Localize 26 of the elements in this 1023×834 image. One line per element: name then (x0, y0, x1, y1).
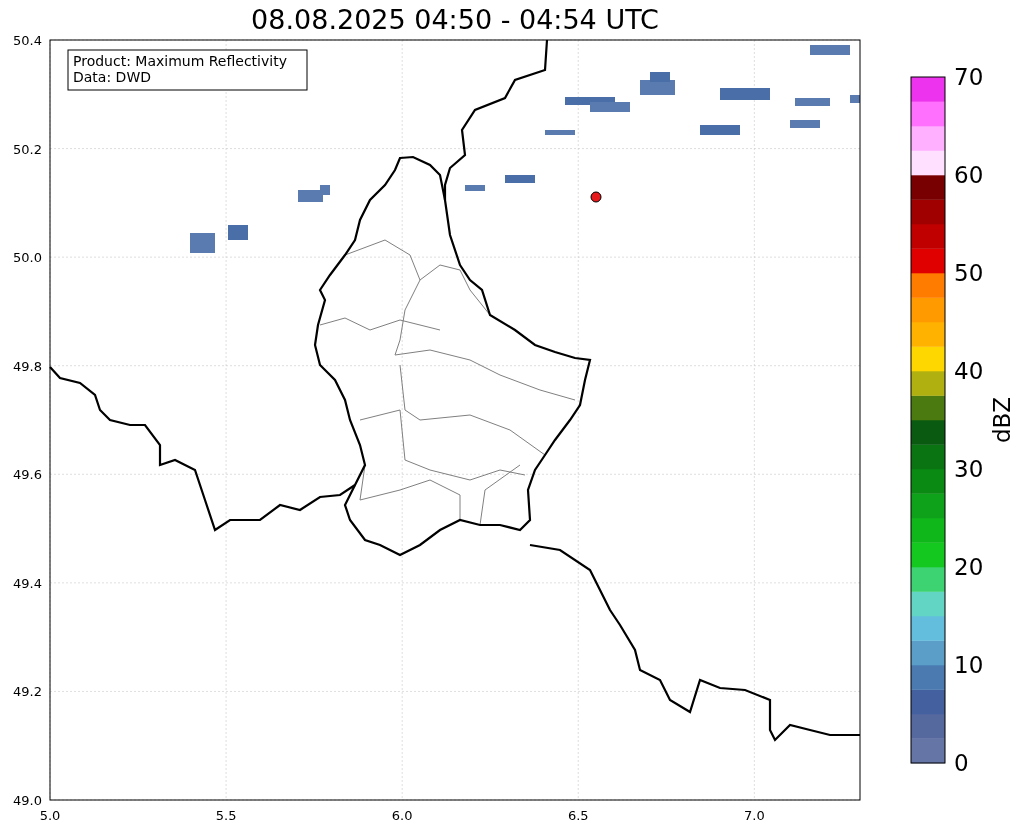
info-text: Product: Maximum Reflectivity (73, 53, 287, 69)
colorbar-tick-label: 20 (954, 554, 984, 580)
colorbar-label: dBZ (989, 396, 1015, 444)
colorbar-tick-label: 70 (954, 64, 984, 90)
colorbar-tick-label: 50 (954, 260, 984, 286)
y-tick-label: 50.4 (13, 34, 42, 48)
location-marker-icon (590, 191, 602, 203)
x-tick-label: 5.5 (215, 808, 237, 823)
x-tick-label: 6.5 (567, 808, 589, 823)
colorbar-tick-label: 0 (954, 750, 969, 776)
y-tick-label: 49.6 (13, 467, 42, 483)
colorbar-tick-label: 60 (954, 162, 984, 188)
chart-title: 08.08.2025 04:50 - 04:54 UTC (250, 4, 660, 34)
y-tick-label: 49.8 (13, 358, 42, 374)
y-tick-label: 49.0 (13, 793, 42, 808)
colorbar-tick-label: 30 (954, 456, 984, 482)
colorbar-tick-label: 10 (954, 652, 984, 678)
y-tick-label: 50.2 (13, 141, 42, 157)
colorbar-tick-label: 40 (954, 358, 984, 384)
y-tick-label: 49.4 (13, 575, 42, 591)
x-tick-label: 6.0 (391, 808, 413, 823)
info-text: Data: DWD (73, 69, 151, 85)
x-tick-label: 5.0 (39, 808, 61, 823)
x-tick-label: 7.0 (744, 808, 765, 823)
y-tick-label: 50.0 (13, 250, 42, 266)
y-tick-label: 49.2 (13, 684, 42, 700)
